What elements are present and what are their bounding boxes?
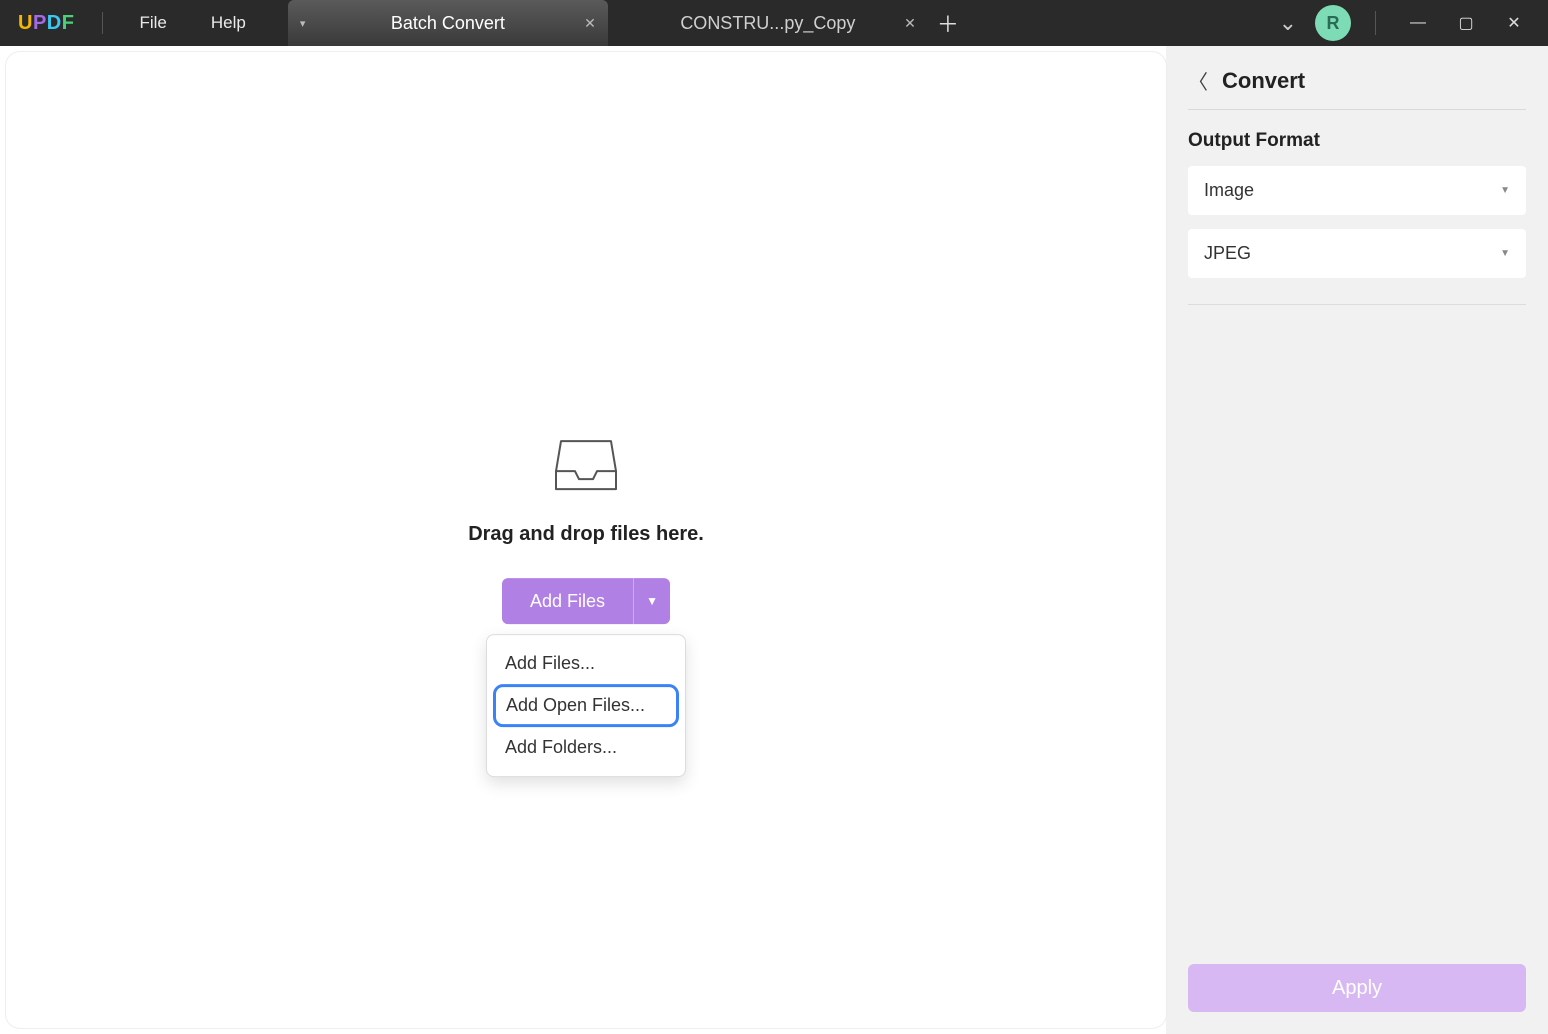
avatar[interactable]: R bbox=[1315, 5, 1351, 41]
tab-batch-convert[interactable]: ▾ Batch Convert ✕ bbox=[288, 0, 608, 46]
panel-header: 〈 Convert bbox=[1166, 46, 1548, 109]
new-tab-button[interactable]: ＋ bbox=[928, 0, 968, 46]
subformat-select-value: JPEG bbox=[1204, 243, 1251, 264]
chevron-down-icon: ▼ bbox=[1500, 185, 1510, 196]
logo-letter: U bbox=[18, 12, 33, 34]
tab-close-icon[interactable]: ✕ bbox=[584, 15, 596, 32]
back-icon[interactable]: 〈 bbox=[1188, 66, 1208, 95]
add-files-group: Add Files ▼ Add Files... Add Open Files.… bbox=[502, 546, 670, 624]
tray-icon bbox=[553, 437, 619, 493]
format-select[interactable]: Image ▼ bbox=[1188, 166, 1526, 215]
convert-panel: 〈 Convert Output Format Image ▼ JPEG ▼ A… bbox=[1166, 46, 1548, 1034]
logo-letter: P bbox=[33, 12, 47, 34]
divider bbox=[102, 12, 103, 34]
divider bbox=[1375, 11, 1376, 35]
add-files-caret[interactable]: ▼ bbox=[634, 578, 670, 624]
tab-close-icon[interactable]: ✕ bbox=[904, 15, 916, 32]
window-maximize-button[interactable]: ▢ bbox=[1442, 13, 1490, 33]
drop-text: Drag and drop files here. bbox=[468, 523, 704, 546]
tabbar: ▾ Batch Convert ✕ CONSTRU...py_Copy ✕ ＋ bbox=[288, 0, 968, 46]
drop-area: Drag and drop files here. Add Files ▼ Ad… bbox=[6, 437, 1166, 624]
window-close-button[interactable]: ✕ bbox=[1490, 13, 1538, 33]
titlebar-right: ⌄ R — ▢ ✕ bbox=[1279, 5, 1548, 41]
tab-menu-icon[interactable]: ▾ bbox=[300, 17, 306, 30]
apply-button[interactable]: Apply bbox=[1188, 964, 1526, 1012]
divider bbox=[1188, 109, 1526, 110]
avatar-initial: R bbox=[1327, 13, 1340, 34]
subformat-select[interactable]: JPEG ▼ bbox=[1188, 229, 1526, 278]
divider bbox=[1188, 304, 1526, 305]
add-files-dropdown: Add Files... Add Open Files... Add Folde… bbox=[486, 634, 686, 777]
dropdown-item-add-files[interactable]: Add Files... bbox=[493, 643, 679, 684]
panel-title: Convert bbox=[1222, 68, 1305, 94]
chevron-down-icon: ▼ bbox=[1500, 248, 1510, 259]
tab-label: Batch Convert bbox=[391, 13, 505, 34]
dropdown-item-add-open-files[interactable]: Add Open Files... bbox=[493, 684, 679, 727]
output-format-label: Output Format bbox=[1166, 130, 1548, 166]
menu-help[interactable]: Help bbox=[189, 13, 268, 33]
app-logo: UPDF bbox=[18, 12, 74, 35]
canvas-area[interactable]: Drag and drop files here. Add Files ▼ Ad… bbox=[6, 52, 1166, 1028]
menu-file[interactable]: File bbox=[117, 13, 188, 33]
logo-letter: F bbox=[62, 12, 75, 34]
apply-wrap: Apply bbox=[1166, 942, 1548, 1034]
tab-label: CONSTRU...py_Copy bbox=[680, 13, 855, 34]
logo-letter: D bbox=[47, 12, 62, 34]
add-files-button[interactable]: Add Files bbox=[502, 578, 634, 624]
tab-document[interactable]: CONSTRU...py_Copy ✕ bbox=[608, 0, 928, 46]
titlebar: UPDF File Help ▾ Batch Convert ✕ CONSTRU… bbox=[0, 0, 1548, 46]
main: Drag and drop files here. Add Files ▼ Ad… bbox=[0, 46, 1548, 1034]
add-files-split-button: Add Files ▼ bbox=[502, 578, 670, 624]
window-minimize-button[interactable]: — bbox=[1394, 14, 1442, 32]
format-select-value: Image bbox=[1204, 180, 1254, 201]
dropdown-item-add-folders[interactable]: Add Folders... bbox=[493, 727, 679, 768]
dropdown-icon[interactable]: ⌄ bbox=[1279, 10, 1297, 36]
